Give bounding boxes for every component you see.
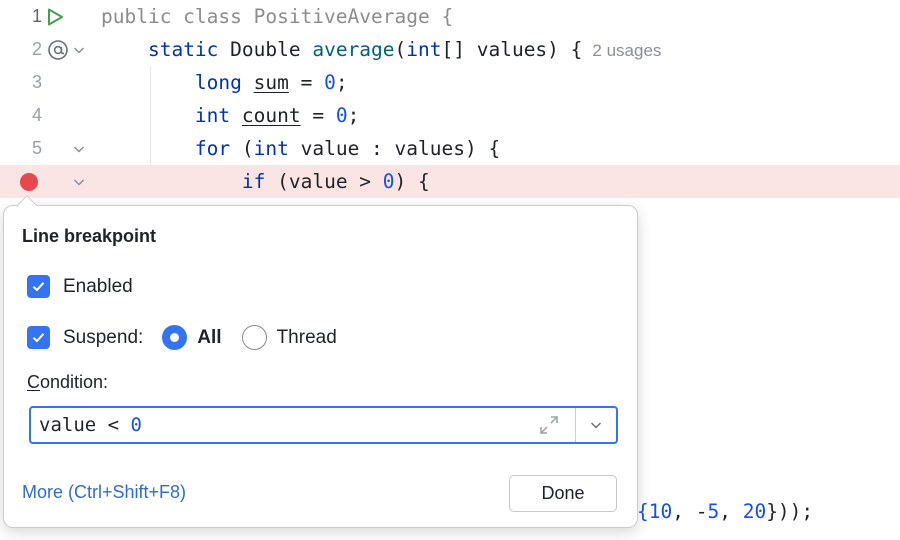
enabled-label: Enabled	[63, 275, 133, 297]
code-line-1[interactable]: 1 public class PositiveAverage {	[0, 0, 900, 33]
enabled-checkbox[interactable]	[27, 275, 50, 298]
line-number: 5	[31, 138, 42, 158]
suspend-thread-radio[interactable]	[241, 325, 267, 350]
fold-chevron-icon[interactable]	[72, 165, 86, 198]
implemented-method-icon[interactable]	[47, 33, 69, 66]
line-number: 4	[31, 105, 42, 125]
code-text: int count = 0;	[194, 104, 360, 127]
chevron-down-icon	[590, 422, 602, 429]
code-line-4[interactable]: 4 int count = 0;	[0, 99, 900, 132]
code-text: {10, -5, 20}));	[637, 500, 814, 523]
suspend-all-radio[interactable]	[162, 325, 188, 350]
code-text: for (int value : values) {	[194, 137, 501, 160]
code-text: static Double average(int[] values) {2 u…	[147, 38, 662, 61]
enabled-row[interactable]: Enabled	[27, 275, 133, 298]
line-number: 3	[31, 72, 42, 92]
expand-icon[interactable]	[536, 413, 562, 437]
suspend-checkbox[interactable]	[27, 326, 50, 349]
run-icon[interactable]	[45, 0, 65, 33]
code-text: long sum = 0;	[194, 71, 348, 94]
code-line-breakpoint[interactable]: if (value > 0) {	[0, 165, 900, 198]
condition-label: Condition:	[27, 372, 108, 393]
code-line-3[interactable]: 3 long sum = 0;	[0, 66, 900, 99]
condition-input[interactable]: value < 0	[29, 406, 618, 444]
fold-chevron-icon[interactable]	[72, 132, 86, 165]
line-number: 1	[31, 6, 42, 26]
code-text: if (value > 0) {	[241, 170, 430, 193]
condition-label-mnemonic: C	[27, 372, 40, 392]
suspend-label: Suspend:	[63, 326, 144, 348]
history-dropdown-button[interactable]	[576, 408, 616, 442]
suspend-row[interactable]: Suspend: All Thread	[27, 325, 337, 350]
popup-title: Line breakpoint	[22, 226, 157, 246]
more-link[interactable]: More (Ctrl+Shift+F8)	[22, 482, 186, 503]
code-line-5[interactable]: 5 for (int value : values) {	[0, 132, 900, 165]
suspend-thread-label: Thread	[276, 326, 337, 348]
done-button[interactable]: Done	[509, 475, 617, 512]
line-breakpoint-popup: Line breakpoint Enabled Suspend: All Thr…	[3, 195, 638, 528]
breakpoint-icon[interactable]	[19, 165, 39, 198]
usages-hint[interactable]: 2 usages	[592, 41, 661, 60]
line-number: 2	[31, 39, 42, 59]
condition-label-text: ondition:	[40, 372, 109, 392]
code-line-2[interactable]: 2 static Double average(int[] values) {2…	[0, 33, 900, 66]
suspend-all-label: All	[197, 326, 222, 348]
condition-value[interactable]: value < 0	[39, 408, 142, 442]
fold-chevron-icon[interactable]	[72, 33, 86, 66]
code-text: public class PositiveAverage {	[101, 5, 454, 28]
